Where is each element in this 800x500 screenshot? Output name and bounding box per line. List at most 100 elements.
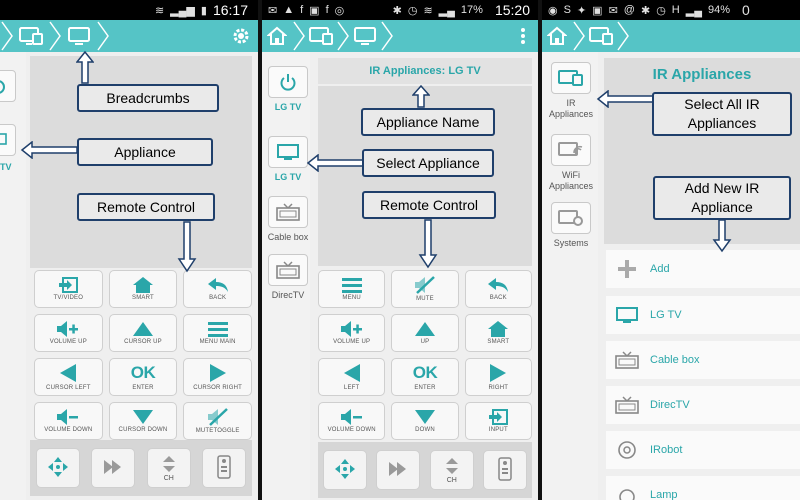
toolbar-remote-button[interactable] (483, 450, 528, 490)
mute-icon (414, 276, 436, 294)
sidebar-item-ir-appliances[interactable]: IR Appliances (546, 62, 596, 120)
notification-icon: ▣ (309, 4, 320, 17)
sidebar-item-wifi-appliances[interactable]: WiFi Appliances (546, 134, 596, 192)
sidebar-button[interactable] (268, 196, 308, 228)
callout-breadcrumbs: Breadcrumbs (77, 84, 219, 112)
sidebar-button[interactable] (551, 62, 591, 94)
appliance-list-item[interactable]: IRobot (606, 431, 800, 469)
tv-icon (612, 306, 642, 324)
ok-icon: OK (130, 363, 156, 382)
remote-icon (216, 455, 232, 481)
appliance-list-item[interactable]: Lamp (606, 476, 800, 500)
list-item-label: Add (650, 263, 670, 275)
sidebar-item-directv[interactable]: DirecTV (264, 254, 312, 301)
breadcrumb-devices-icon[interactable] (586, 20, 616, 52)
arrow-down-icon (712, 219, 732, 253)
chevron-right-icon (572, 20, 586, 52)
breadcrumb-devices-icon[interactable] (14, 20, 48, 52)
bluetooth-icon: ✱ (392, 4, 402, 17)
remote-button-cursor-down[interactable]: CURSOR DOWN (108, 402, 178, 440)
media-icon (102, 459, 124, 477)
appliance-list-item[interactable]: Cable box (606, 341, 800, 379)
overflow-menu-icon[interactable] (508, 20, 538, 52)
sidebar-label: LG TV (274, 102, 302, 112)
remote-button-left[interactable]: LEFT (318, 358, 386, 396)
left-icon (59, 363, 77, 383)
remote-button-volume-down[interactable]: VOLUME DOWN (318, 402, 386, 440)
appliance-name-bar: IR Appliances: LG TV (318, 58, 532, 84)
sidebar-button[interactable] (551, 202, 591, 234)
arrow-down-icon (418, 219, 438, 269)
remote-button-back[interactable]: BACK (183, 270, 252, 308)
remote-button-cursor-left[interactable]: CURSOR LEFT (34, 358, 103, 396)
skype-icon: S (563, 4, 571, 16)
remote-button-label: UP (420, 339, 430, 345)
sidebar-item-cable-box[interactable]: Cable box (264, 196, 312, 243)
remote-button-cursor-up[interactable]: CURSOR UP (108, 314, 178, 352)
sidebar-item-lg-tv[interactable]: LG TV (264, 66, 312, 113)
remote-button-smart[interactable]: SMART (108, 270, 178, 308)
alarm-icon: ◷ (407, 4, 418, 17)
status-bar: ✉ ▲ f ▣ f ◎ ✱ ◷ ≋ ▂▄ 17% 15:20 (262, 0, 538, 20)
callout-remote-control: Remote Control (362, 191, 496, 219)
chevron-right-icon (292, 20, 306, 52)
appliance-list-item[interactable]: Add (606, 250, 800, 288)
sidebar-button[interactable] (268, 254, 308, 286)
breadcrumb-tv-icon[interactable] (62, 20, 96, 52)
remote-button-menu[interactable]: MENU (318, 270, 386, 308)
remote-button-input[interactable]: INPUT (464, 402, 532, 440)
whatsapp-icon: ◎ (334, 4, 345, 17)
home-icon[interactable] (542, 20, 572, 52)
breadcrumb-devices-icon[interactable] (306, 20, 336, 52)
remote-button-mute[interactable]: MUTE (391, 270, 459, 308)
remote-button-label: DOWN (415, 427, 435, 433)
remote-button-right[interactable]: RIGHT (464, 358, 532, 396)
facebook-icon: f (300, 4, 304, 16)
home-icon (488, 321, 509, 337)
home-icon[interactable] (262, 20, 292, 52)
remote-button-mutetoggle[interactable]: MUTETOGGLE (183, 402, 252, 440)
status-time: 0 (742, 2, 750, 18)
sidebar-item-lg-tv[interactable]: LG TV (264, 136, 312, 183)
toolbar-dpad-button[interactable] (322, 450, 367, 490)
remote-button-volume-up[interactable]: VOLUME UP (34, 314, 103, 352)
down-icon (132, 409, 154, 425)
toolbar-media-button[interactable] (376, 450, 421, 490)
settings-gear-icon[interactable] (224, 20, 258, 52)
remote-button-tv-video[interactable]: TV/VIDEO (34, 270, 103, 308)
sidebar-button[interactable] (268, 136, 308, 168)
remote-button-cursor-right[interactable]: CURSOR RIGHT (183, 358, 252, 396)
remote-button-up[interactable]: UP (391, 314, 459, 352)
remote-button-back[interactable]: BACK (464, 270, 532, 308)
appliance-list-item[interactable]: LG TV (606, 296, 800, 334)
sidebar-button[interactable] (551, 134, 591, 166)
toolbar-channel-button[interactable]: CH (429, 450, 474, 490)
appliance-list-item[interactable]: DirecTV (606, 386, 800, 424)
remote-button-down[interactable]: DOWN (391, 402, 459, 440)
callout-add-new-text: Add New IR Appliance (684, 180, 760, 215)
remote-button-enter[interactable]: OK ENTER (391, 358, 459, 396)
remote-button-volume-down[interactable]: VOLUME DOWN (34, 402, 103, 440)
sidebar-label: LG TV (274, 172, 302, 182)
remote-button-smart[interactable]: SMART (464, 314, 532, 352)
remote-button-enter[interactable]: OK ENTER (108, 358, 178, 396)
remote-button-volume-up[interactable]: VOLUME UP (318, 314, 386, 352)
toolbar-channel-button[interactable]: CH (146, 448, 191, 488)
sidebar-button[interactable] (268, 66, 308, 98)
breadcrumb-tv-icon[interactable] (350, 20, 380, 52)
power-button[interactable] (0, 70, 16, 102)
mute-icon (207, 408, 229, 426)
toolbar-media-button[interactable] (91, 448, 136, 488)
toolbar-remote-button[interactable] (202, 448, 247, 488)
network-indicator: H (671, 4, 680, 16)
toolbar-dpad-button[interactable] (35, 448, 80, 488)
directv-icon (612, 396, 642, 414)
remote-button-menu-main[interactable]: MENU MAIN (183, 314, 252, 352)
tv-appliance-button[interactable] (0, 124, 16, 156)
irobot-icon (612, 440, 642, 460)
bottom-toolbar: CH (318, 442, 532, 498)
remote-button-label: TV/VIDEO (53, 295, 84, 301)
sidebar-item-systems[interactable]: Systems (546, 202, 596, 249)
notification-icon: ▲ (283, 4, 295, 16)
input-icon (488, 409, 509, 425)
